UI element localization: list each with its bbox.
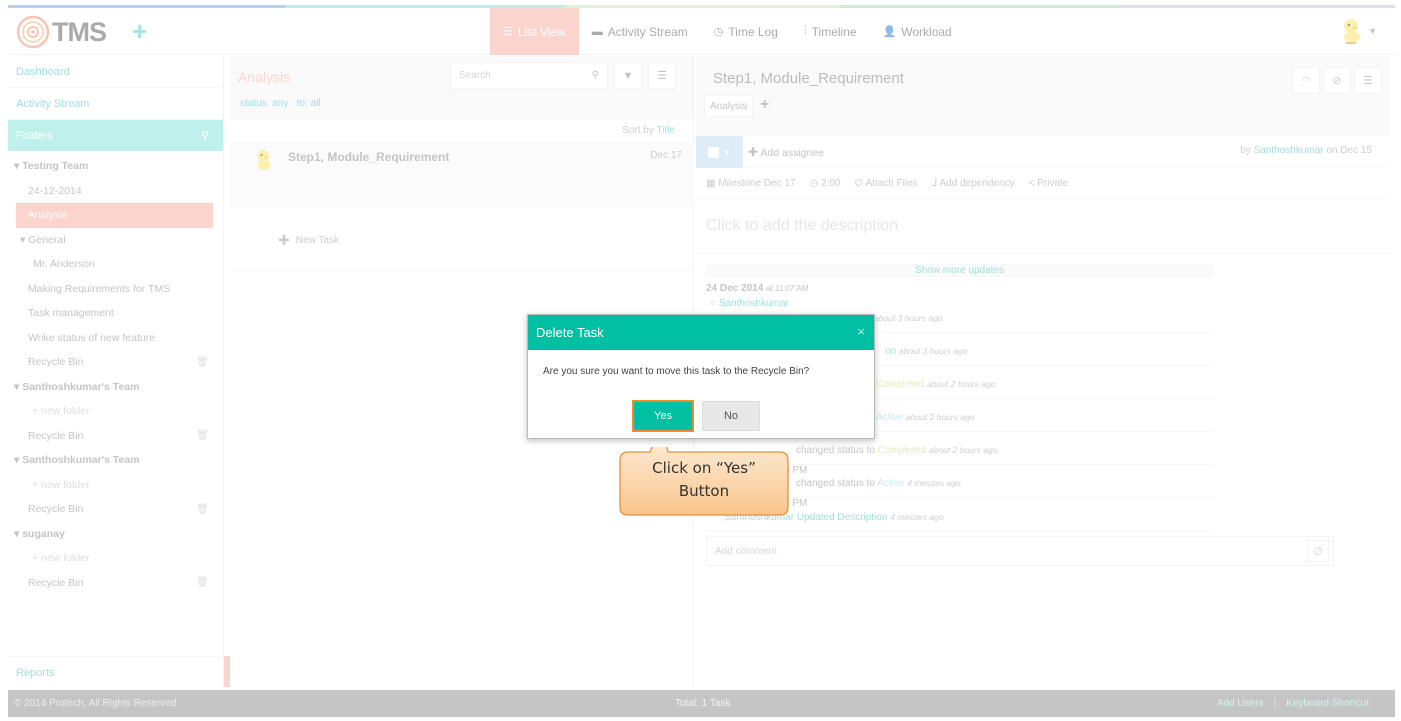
dialog-actions: Yes No [632,400,760,432]
dialog-message: Are you sure you want to move this task … [543,366,810,377]
close-icon[interactable]: × [857,324,865,339]
instruction-callout: Click on “Yes” Button [616,447,792,519]
dialog-title: Delete Task [536,325,604,340]
no-button[interactable]: No [702,401,760,431]
yes-button[interactable]: Yes [632,400,694,432]
callout-line-2: Button [678,482,730,500]
callout-line-1: Click on “Yes” [652,459,756,477]
delete-task-dialog: Delete Task × Are you sure you want to m… [527,314,875,439]
dialog-header: Delete Task × [528,315,874,350]
page: TMS + ☰ List View ▬ Activity Stream ◷ Ti… [0,0,1401,721]
callout-text: Click on “Yes” Button [616,457,792,503]
